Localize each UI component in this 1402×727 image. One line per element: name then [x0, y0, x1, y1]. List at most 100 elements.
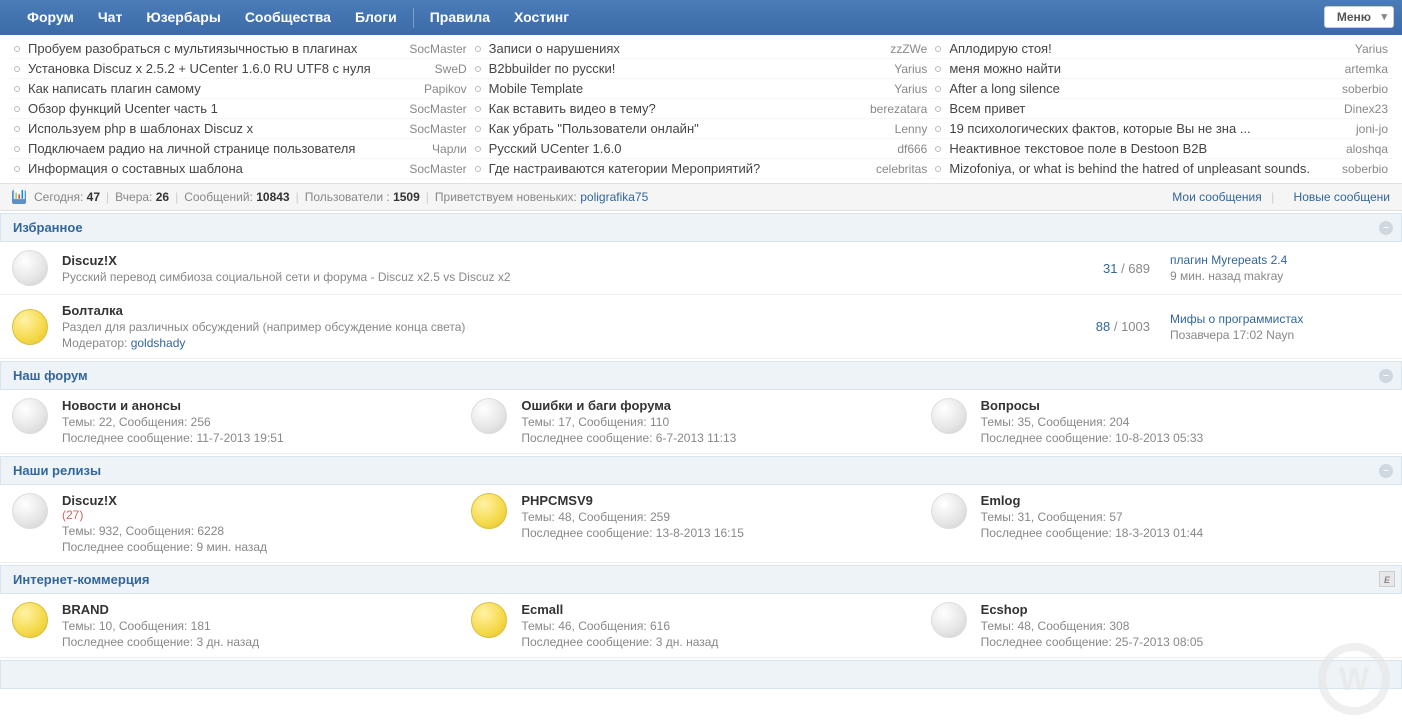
post-author[interactable]: Yarius	[888, 62, 927, 76]
forum-title[interactable]: Ecshop	[981, 602, 1028, 617]
post-author[interactable]: Yarius	[888, 82, 927, 96]
post-author[interactable]: SocMaster	[403, 42, 466, 56]
new-user-link[interactable]: poligrafika75	[580, 190, 648, 204]
section-releases[interactable]: Наши релизы –	[0, 456, 1402, 485]
collapse-icon[interactable]: –	[1379, 464, 1393, 478]
post-title[interactable]: Mobile Template	[489, 81, 889, 96]
post-author[interactable]: Чарли	[426, 142, 467, 156]
menu-button[interactable]: Меню	[1324, 6, 1394, 28]
post-row[interactable]: Записи о нарушениях zzZWe	[471, 39, 932, 59]
post-row[interactable]: 19 психологических фактов, которые Вы не…	[931, 119, 1392, 139]
post-title[interactable]: Аплодирую стоя!	[949, 41, 1349, 56]
post-title[interactable]: Записи о нарушениях	[489, 41, 885, 56]
forum-title[interactable]: BRAND	[62, 602, 109, 617]
forum-title[interactable]: Вопросы	[981, 398, 1040, 413]
post-title[interactable]: Подключаем радио на личной странице поль…	[28, 141, 426, 156]
forum-title[interactable]: PHPCMSV9	[521, 493, 593, 508]
post-row[interactable]: Неактивное текстовое поле в Destoon B2B …	[931, 139, 1392, 159]
post-row[interactable]: Пробуем разобраться с мультиязычностью в…	[10, 39, 471, 59]
post-author[interactable]: celebritas	[870, 162, 927, 176]
post-row[interactable]: Информация о составных шаблона SocMaster	[10, 159, 471, 179]
moderator-link[interactable]: goldshady	[131, 336, 186, 350]
last-post-link[interactable]: плагин Myrepeats 2.4	[1170, 253, 1287, 267]
post-row[interactable]: Как вставить видео в тему? berezatara	[471, 99, 932, 119]
collapse-icon[interactable]: –	[1379, 369, 1393, 383]
post-author[interactable]: Yarius	[1349, 42, 1388, 56]
post-author[interactable]: Dinex23	[1338, 102, 1388, 116]
post-title[interactable]: Обзор функций Ucenter часть 1	[28, 101, 403, 116]
post-title[interactable]: Как написать плагин самому	[28, 81, 418, 96]
post-author[interactable]: SweD	[429, 62, 467, 76]
bullet-icon	[475, 66, 481, 72]
post-title[interactable]: Как убрать "Пользователи онлайн"	[489, 121, 889, 136]
post-row[interactable]: меня можно найти artemka	[931, 59, 1392, 79]
post-title[interactable]: Информация о составных шаблона	[28, 161, 403, 176]
post-title[interactable]: Как вставить видео в тему?	[489, 101, 864, 116]
post-author[interactable]: joni-jo	[1350, 122, 1388, 136]
post-title[interactable]: Установка Discuz x 2.5.2 + UCenter 1.6.0…	[28, 61, 429, 76]
collapse-icon[interactable]: –	[1379, 221, 1393, 235]
post-row[interactable]: Как написать плагин самому Papikov	[10, 79, 471, 99]
post-row[interactable]: Mobile Template Yarius	[471, 79, 932, 99]
forum-title[interactable]: Ecmall	[521, 602, 563, 617]
new-posts-link[interactable]: Новые сообщени	[1294, 190, 1390, 204]
post-title[interactable]: Где настраиваются категории Мероприятий?	[489, 161, 870, 176]
post-author[interactable]: Papikov	[418, 82, 467, 96]
post-author[interactable]: Lenny	[889, 122, 928, 136]
post-author[interactable]: zzZWe	[884, 42, 927, 56]
post-row[interactable]: Аплодирую стоя! Yarius	[931, 39, 1392, 59]
post-title[interactable]: меня можно найти	[949, 61, 1338, 76]
post-author[interactable]: SocMaster	[403, 122, 466, 136]
nav-hosting[interactable]: Хостинг	[502, 0, 581, 35]
post-row[interactable]: Как убрать "Пользователи онлайн" Lenny	[471, 119, 932, 139]
post-title[interactable]: Неактивное текстовое поле в Destoon B2B	[949, 141, 1340, 156]
post-author[interactable]: artemka	[1339, 62, 1388, 76]
edit-icon[interactable]: E	[1379, 571, 1395, 587]
forum-title[interactable]: Новости и анонсы	[62, 398, 181, 413]
post-title[interactable]: Пробуем разобраться с мультиязычностью в…	[28, 41, 403, 56]
post-title[interactable]: Русский UCenter 1.6.0	[489, 141, 892, 156]
post-title[interactable]: After a long silence	[949, 81, 1336, 96]
forum-icon	[931, 398, 967, 434]
post-row[interactable]: Русский UCenter 1.6.0 df666	[471, 139, 932, 159]
post-row[interactable]: Где настраиваются категории Мероприятий?…	[471, 159, 932, 179]
post-author[interactable]: aloshqa	[1340, 142, 1388, 156]
forum-stats: Темы: 22, Сообщения: 256	[62, 415, 471, 429]
post-author[interactable]: soberbio	[1336, 82, 1388, 96]
post-author[interactable]: soberbio	[1336, 162, 1388, 176]
nav-blogs[interactable]: Блоги	[343, 0, 409, 35]
post-row[interactable]: Подключаем радио на личной странице поль…	[10, 139, 471, 159]
post-row[interactable]: Mizofoniya, or what is behind the hatred…	[931, 159, 1392, 179]
nav-forum[interactable]: Форум	[15, 0, 86, 35]
post-author[interactable]: berezatara	[864, 102, 927, 116]
section-ecommerce[interactable]: Интернет-коммерция E	[0, 565, 1402, 594]
post-row[interactable]: After a long silence soberbio	[931, 79, 1392, 99]
post-title[interactable]: 19 психологических фактов, которые Вы не…	[949, 121, 1350, 136]
section-next[interactable]	[0, 660, 1402, 689]
nav-chat[interactable]: Чат	[86, 0, 134, 35]
nav-userbars[interactable]: Юзербары	[134, 0, 233, 35]
my-posts-link[interactable]: Мои сообщения	[1172, 190, 1261, 204]
post-row[interactable]: Обзор функций Ucenter часть 1 SocMaster	[10, 99, 471, 119]
post-author[interactable]: SocMaster	[403, 102, 466, 116]
forum-title[interactable]: Ошибки и баги форума	[521, 398, 671, 413]
forum-title[interactable]: Discuz!X	[62, 493, 117, 508]
nav-rules[interactable]: Правила	[418, 0, 502, 35]
section-favorites[interactable]: Избранное –	[0, 213, 1402, 242]
post-row[interactable]: Всем привет Dinex23	[931, 99, 1392, 119]
section-our-forum[interactable]: Наш форум –	[0, 361, 1402, 390]
last-post-link[interactable]: Мифы о программистах	[1170, 312, 1303, 326]
post-row[interactable]: Используем php в шаблонах Discuz x SocMa…	[10, 119, 471, 139]
post-row[interactable]: B2bbuilder по русски! Yarius	[471, 59, 932, 79]
forum-title[interactable]: Emlog	[981, 493, 1021, 508]
post-author[interactable]: SocMaster	[403, 162, 466, 176]
forum-title[interactable]: Болталка	[62, 303, 123, 318]
post-title[interactable]: Mizofoniya, or what is behind the hatred…	[949, 161, 1336, 176]
nav-communities[interactable]: Сообщества	[233, 0, 343, 35]
post-title[interactable]: Всем привет	[949, 101, 1338, 116]
post-title[interactable]: B2bbuilder по русски!	[489, 61, 889, 76]
forum-title[interactable]: Discuz!X	[62, 253, 117, 268]
post-title[interactable]: Используем php в шаблонах Discuz x	[28, 121, 403, 136]
post-author[interactable]: df666	[891, 142, 927, 156]
post-row[interactable]: Установка Discuz x 2.5.2 + UCenter 1.6.0…	[10, 59, 471, 79]
